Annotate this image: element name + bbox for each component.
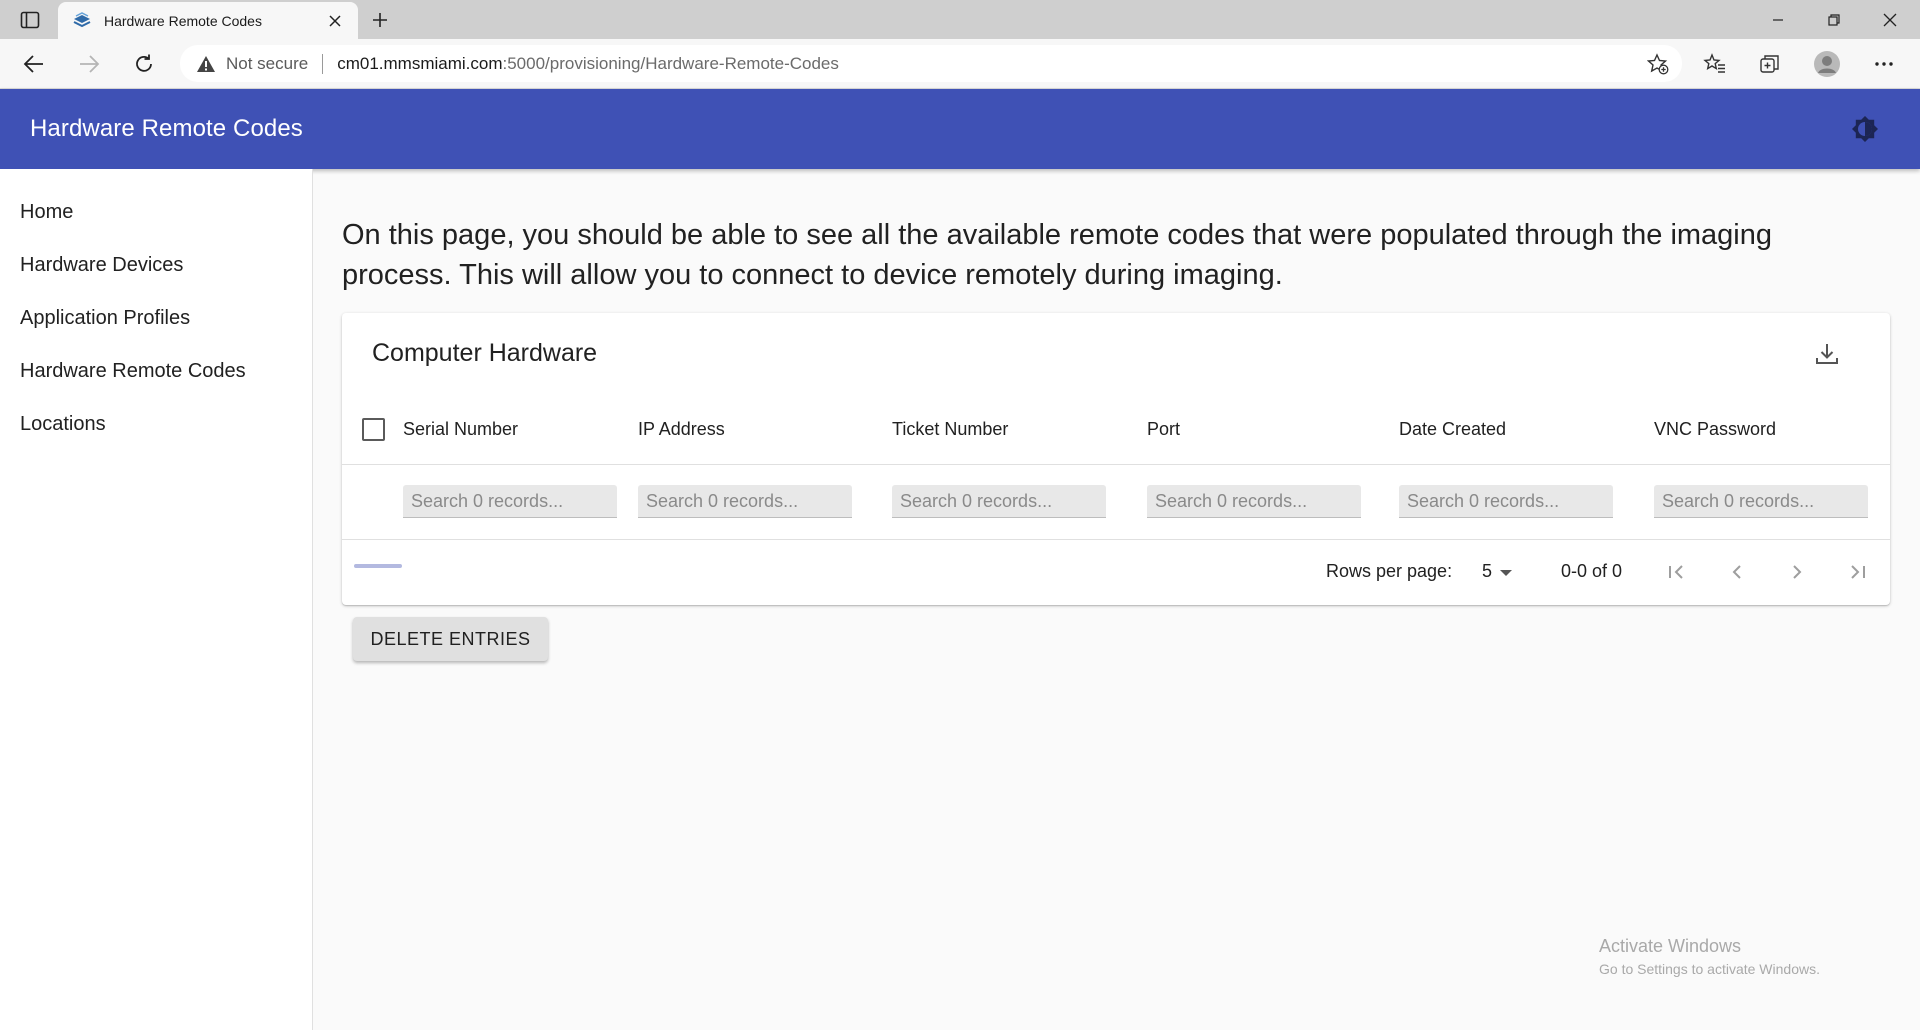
filter-vnc-password-input[interactable] [1654,485,1868,518]
back-arrow-icon[interactable] [16,47,52,81]
new-tab-icon[interactable] [366,7,394,33]
page-description: On this page, you should be able to see … [342,219,1773,291]
url-host: cm01.mmsmiami.com [337,53,503,73]
loading-indicator [354,564,402,568]
brightness-toggle-icon[interactable] [1850,114,1880,144]
sidebar-nav: Home Hardware Devices Application Profil… [0,169,313,1030]
url-text[interactable]: cm01.mmsmiami.com:5000/provisioning/Hard… [337,54,839,74]
column-header-date-created[interactable]: Date Created [1399,419,1506,440]
watermark-title: Activate Windows [1599,936,1742,956]
sidebar-item-hardware-remote-codes[interactable]: Hardware Remote Codes [20,360,246,383]
windows-activation-watermark: Activate Windows Go to Settings to activ… [1599,936,1820,977]
column-header-ticket-number[interactable]: Ticket Number [892,419,1008,440]
rows-per-page-value: 5 [1482,560,1493,581]
profile-avatar-icon[interactable] [1807,47,1847,81]
download-icon[interactable] [1810,337,1844,371]
previous-page-icon[interactable] [1719,554,1755,590]
address-bar[interactable]: Not secure cm01.mmsmiami.com:5000/provis… [180,45,1682,82]
dropdown-arrow-icon [1500,561,1513,582]
tab-actions-icon[interactable] [14,8,46,32]
sidebar-item-application-profiles[interactable]: Application Profiles [20,307,190,330]
browser-toolbar: Not secure cm01.mmsmiami.com:5000/provis… [0,39,1920,89]
tab-title: Hardware Remote Codes [104,12,262,29]
next-page-icon[interactable] [1779,554,1815,590]
favorites-icon[interactable] [1695,47,1735,81]
app-header: Hardware Remote Codes [0,89,1920,169]
security-status[interactable]: Not secure [226,54,308,74]
header-divider [342,464,1890,465]
warning-icon[interactable] [196,53,218,75]
add-favorite-icon[interactable] [1646,52,1670,76]
browser-tabstrip: Hardware Remote Codes [0,0,1920,39]
select-all-checkbox[interactable] [362,418,385,441]
minimize-icon[interactable] [1750,0,1806,39]
column-header-ip-address[interactable]: IP Address [638,419,725,440]
filter-ticket-number-input[interactable] [892,485,1106,518]
refresh-icon[interactable] [126,47,162,81]
sidebar-item-locations[interactable]: Locations [20,413,106,436]
first-page-icon[interactable] [1659,554,1695,590]
browser-tab[interactable]: Hardware Remote Codes [58,2,358,39]
table-title: Computer Hardware [372,339,598,367]
filter-ip-address-input[interactable] [638,485,852,518]
data-table-card: Computer Hardware Serial Number IP Addre… [342,313,1890,605]
rows-per-page-select[interactable]: 5 [1482,557,1532,585]
column-header-port[interactable]: Port [1147,419,1180,440]
site-favicon-icon [72,10,94,32]
filter-divider [342,539,1890,540]
filter-port-input[interactable] [1147,485,1361,518]
close-tab-icon[interactable] [324,10,346,32]
address-divider [322,53,324,74]
delete-entries-button[interactable]: DELETE ENTRIES [353,617,548,661]
forward-arrow-icon[interactable] [71,47,107,81]
sidebar-item-hardware-devices[interactable]: Hardware Devices [20,254,183,277]
close-window-icon[interactable] [1862,0,1918,39]
sidebar-item-home[interactable]: Home [20,201,73,224]
column-header-vnc-password[interactable]: VNC Password [1654,419,1776,440]
url-path: :5000/provisioning/Hardware-Remote-Codes [502,53,839,73]
pagination-range: 0-0 of 0 [1561,561,1623,581]
page-title: Hardware Remote Codes [30,115,303,142]
collections-icon[interactable] [1750,47,1790,81]
restore-icon[interactable] [1806,0,1862,39]
more-options-icon[interactable] [1864,47,1904,81]
rows-per-page-label: Rows per page: [1326,561,1453,581]
watermark-subtitle: Go to Settings to activate Windows. [1599,961,1820,977]
column-header-serial-number[interactable]: Serial Number [403,419,518,440]
filter-date-created-input[interactable] [1399,485,1613,518]
last-page-icon[interactable] [1839,554,1875,590]
filter-serial-number-input[interactable] [403,485,617,518]
